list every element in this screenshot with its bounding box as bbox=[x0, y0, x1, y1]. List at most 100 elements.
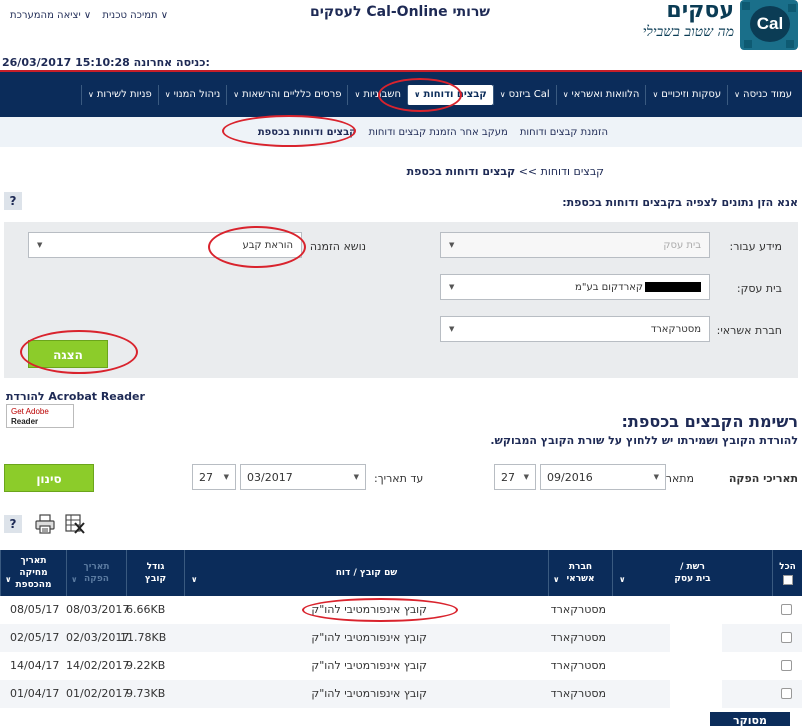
help-icon[interactable]: ? bbox=[4, 192, 22, 210]
show-button[interactable]: הצגה bbox=[28, 340, 108, 368]
row-checkbox[interactable] bbox=[781, 604, 792, 615]
redacted-network-cell bbox=[670, 600, 722, 708]
col-vault-date[interactable]: תאריך מחיקה מהכספת ∨ bbox=[0, 550, 66, 596]
col-size-label: גודל קובץ bbox=[144, 562, 167, 584]
cal-logo-mark: Cal bbox=[740, 0, 798, 50]
file-name-cell[interactable]: קובץ אינפורמטיבי להו"ק bbox=[311, 596, 427, 624]
chevron-down-icon: ▼ bbox=[449, 325, 455, 333]
to-month-select[interactable]: ▼ 03/2017 bbox=[240, 464, 366, 490]
nav-item-cal-business[interactable]: Cal ביזנס∨ bbox=[492, 84, 556, 105]
filter-button[interactable]: סינון bbox=[4, 464, 94, 492]
col-card-company-label: חברת אשראי bbox=[566, 562, 595, 584]
adobe-badge-line1: Get Adobe bbox=[11, 407, 49, 416]
to-day-value: 27 bbox=[199, 470, 213, 484]
card-company-cell: מסטרקארד bbox=[550, 631, 606, 644]
chevron-down-icon: ▼ bbox=[37, 241, 43, 249]
row-checkbox[interactable] bbox=[781, 660, 792, 671]
chevron-down-icon: ∨ bbox=[191, 575, 198, 584]
col-card-company[interactable]: חברת אשראי ∨ bbox=[548, 550, 612, 596]
file-list-hint: להורדת הקובץ ושמירתו יש ללחוץ על שורת הק… bbox=[490, 434, 798, 447]
chevron-down-icon: ∨ bbox=[5, 575, 12, 584]
sub-nav-order-files[interactable]: הזמנת קבצים ודוחות bbox=[514, 127, 614, 138]
col-production-date-label: תאריך הפקה bbox=[83, 562, 110, 584]
breadcrumb-parent[interactable]: קבצים ודוחות >> bbox=[519, 165, 604, 178]
size-cell: 9.73KB bbox=[126, 687, 166, 700]
order-subject-label: נושא הזמנה bbox=[309, 240, 366, 253]
col-select-all[interactable]: הכל bbox=[772, 550, 802, 596]
col-size[interactable]: גודל קובץ bbox=[126, 550, 184, 596]
nav-item-label: פרסים כלליים והרשאות bbox=[242, 88, 342, 100]
logout-link[interactable]: ∨ יציאה מהמערכת bbox=[10, 10, 91, 21]
tech-support-link[interactable]: ∨ תמיכה טכנית bbox=[102, 10, 168, 21]
size-cell: 9.22KB bbox=[126, 659, 166, 672]
nav-item-transactions[interactable]: עסקות וזיכויים∨ bbox=[645, 84, 727, 105]
file-name-cell[interactable]: קובץ אינפורמטיבי להו"ק bbox=[311, 652, 427, 680]
vault-date-cell: 01/04/17 bbox=[10, 687, 60, 700]
production-dates-label: תאריכי הפקה bbox=[728, 472, 798, 485]
chevron-down-icon: ∨ bbox=[562, 89, 569, 99]
chevron-down-icon: ∨ bbox=[71, 575, 78, 584]
chevron-down-icon: ∨ bbox=[164, 89, 171, 99]
info-for-label: מידע עבור: bbox=[729, 240, 782, 253]
chevron-down-icon: ▼ bbox=[523, 473, 529, 481]
from-month-value: 09/2016 bbox=[547, 470, 593, 484]
chevron-down-icon: ∨ bbox=[499, 89, 506, 99]
select-all-checkbox[interactable] bbox=[782, 575, 793, 585]
chevron-down-icon: ∨ bbox=[233, 89, 240, 99]
sub-nav-track-orders[interactable]: מעקב אחר הזמנת קבצים ודוחות bbox=[363, 127, 514, 138]
adobe-reader-icon[interactable]: Get Adobe Reader bbox=[6, 404, 74, 428]
cal-business-logo[interactable]: Cal עסקים מה שטוב בשבילי bbox=[588, 0, 798, 52]
chevron-down-icon: ▼ bbox=[449, 283, 455, 291]
adobe-badge-line2: Reader bbox=[11, 417, 39, 426]
col-file-name[interactable]: שם קובץ / דוח ∨ bbox=[184, 550, 548, 596]
help-icon[interactable]: ? bbox=[4, 515, 22, 533]
card-company-value: מסטרקארד bbox=[650, 323, 701, 335]
card-company-label: חברת אשראי: bbox=[716, 324, 782, 337]
logo-text: Cal bbox=[750, 6, 790, 42]
from-month-select[interactable]: ▼ 09/2016 bbox=[540, 464, 666, 490]
to-day-select[interactable]: ▼ 27 bbox=[192, 464, 236, 490]
order-subject-select[interactable]: הוראת קבע ▼ bbox=[28, 232, 302, 258]
business-select[interactable]: קארדקום בע"מ ▼ bbox=[440, 274, 710, 300]
from-day-select[interactable]: ▼ 27 bbox=[494, 464, 536, 490]
nav-item-label: Cal ביזנס bbox=[508, 88, 550, 100]
sub-nav: הזמנת קבצים ודוחות מעקב אחר הזמנת קבצים … bbox=[0, 117, 802, 147]
chevron-down-icon: ∨ bbox=[87, 89, 94, 99]
nav-item-files-reports[interactable]: קבצים ודוחות∨ bbox=[407, 84, 493, 105]
chevron-down-icon: ▼ bbox=[449, 241, 455, 249]
excel-export-icon[interactable] bbox=[64, 513, 86, 535]
file-table-header: הכל רשת / בית עסק ∨ חברת אשראי ∨ שם קובץ… bbox=[0, 550, 802, 596]
breadcrumb-current: קבצים ודוחות בכספת bbox=[406, 165, 516, 178]
nav-item-home[interactable]: עמוד כניסה∨ bbox=[727, 84, 798, 105]
col-production-date[interactable]: תאריך הפקה ∨ bbox=[66, 550, 126, 596]
size-cell: 6.66KB bbox=[126, 603, 166, 616]
card-company-cell: מסטרקארד bbox=[550, 659, 606, 672]
nav-item-loans[interactable]: הלוואות ואשראי∨ bbox=[555, 84, 646, 105]
file-name-cell[interactable]: קובץ אינפורמטיבי להו"ק bbox=[311, 624, 427, 652]
logo-slogan: מה שטוב בשבילי bbox=[642, 24, 734, 40]
business-value-wrap: קארדקום בע"מ bbox=[575, 281, 701, 293]
nav-item-permissions[interactable]: פרסים כלליים והרשאות∨ bbox=[226, 84, 347, 105]
row-checkbox[interactable] bbox=[781, 632, 792, 643]
logo-word: עסקים bbox=[666, 0, 734, 23]
acrobat-download-text[interactable]: להורדת Acrobat Reader bbox=[6, 390, 145, 403]
row-checkbox[interactable] bbox=[781, 688, 792, 699]
file-name-cell[interactable]: קובץ אינפורמטיבי להו"ק bbox=[311, 680, 427, 708]
nav-item-invoices[interactable]: חשבוניות∨ bbox=[347, 84, 407, 105]
print-icon[interactable] bbox=[34, 513, 56, 535]
production-date-cell: 14/02/2017 bbox=[66, 659, 130, 672]
nav-item-service[interactable]: פניות לשירות∨ bbox=[80, 84, 158, 105]
chevron-down-icon: ▼ bbox=[653, 473, 659, 481]
business-label: בית עסק: bbox=[736, 282, 782, 295]
nav-item-subscription[interactable]: ניהול המנוי∨ bbox=[157, 84, 227, 105]
col-all-label: הכל bbox=[779, 562, 796, 572]
info-for-select[interactable]: בית עסק ▼ bbox=[440, 232, 710, 258]
sub-nav-vault-files[interactable]: קבצים ודוחות בכספת bbox=[252, 127, 363, 138]
card-company-select[interactable]: מסטרקארד ▼ bbox=[440, 316, 710, 342]
bottom-button[interactable]: מסוקר bbox=[710, 712, 790, 726]
breadcrumb: קבצים ודוחות >> קבצים ודוחות בכספת bbox=[407, 165, 604, 178]
nav-item-label: עסקות וזיכויים bbox=[661, 88, 722, 100]
production-date-cell: 08/03/2017 bbox=[66, 603, 130, 616]
col-network[interactable]: רשת / בית עסק ∨ bbox=[612, 550, 772, 596]
last-login-value: 26/03/2017 15:10:28 bbox=[2, 56, 130, 69]
